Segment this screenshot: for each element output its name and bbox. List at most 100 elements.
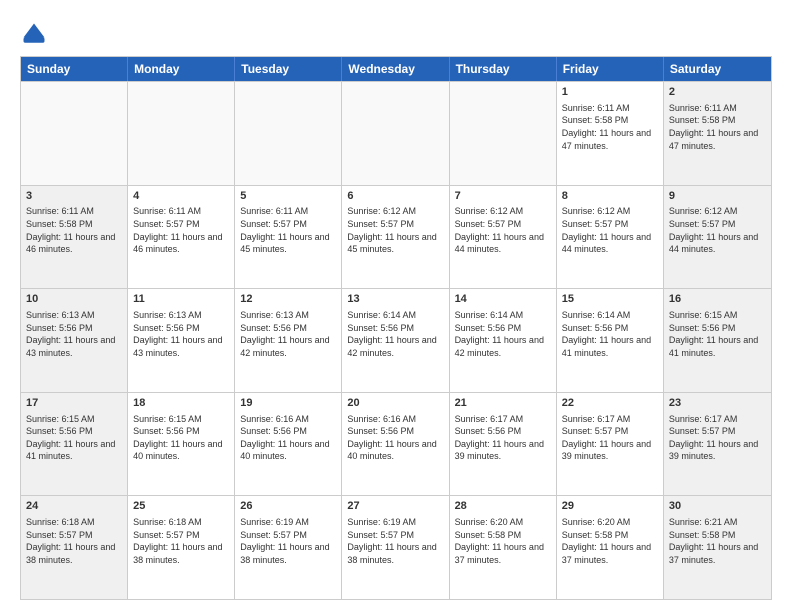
day-info: Sunrise: 6:17 AM Sunset: 5:56 PM Dayligh… <box>455 413 551 463</box>
header-day-thursday: Thursday <box>450 57 557 81</box>
day-cell-25: 25 Sunrise: 6:18 AM Sunset: 5:57 PM Dayli… <box>128 496 235 599</box>
calendar-row-3: 17 Sunrise: 6:15 AM Sunset: 5:56 PM Dayli… <box>21 392 771 496</box>
empty-cell-0-0 <box>21 82 128 185</box>
day-info: Sunrise: 6:11 AM Sunset: 5:58 PM Dayligh… <box>669 102 766 152</box>
empty-cell-0-2 <box>235 82 342 185</box>
day-cell-9: 9Sunrise: 6:12 AM Sunset: 5:57 PM Daylig… <box>664 186 771 289</box>
day-cell-13: 13 Sunrise: 6:14 AM Sunset: 5:56 PM Dayli… <box>342 289 449 392</box>
day-number: 19 <box>240 396 336 411</box>
header <box>20 16 772 48</box>
day-info: Sunrise: 6:20 AM Sunset: 5:58 PM Dayligh… <box>455 516 551 566</box>
day-cell-4: 4Sunrise: 6:11 AM Sunset: 5:57 PM Daylig… <box>128 186 235 289</box>
day-info: Sunrise: 6:13 AM Sunset: 5:56 PM Dayligh… <box>240 309 336 359</box>
day-number: 10 <box>26 292 122 307</box>
day-number: 21 <box>455 396 551 411</box>
header-day-sunday: Sunday <box>21 57 128 81</box>
calendar-row-1: 3Sunrise: 6:11 AM Sunset: 5:58 PM Daylig… <box>21 185 771 289</box>
day-number: 30 <box>669 499 766 514</box>
day-info: Sunrise: 6:18 AM Sunset: 5:57 PM Dayligh… <box>133 516 229 566</box>
day-cell-23: 23 Sunrise: 6:17 AM Sunset: 5:57 PM Dayli… <box>664 393 771 496</box>
day-cell-22: 22 Sunrise: 6:17 AM Sunset: 5:57 PM Dayli… <box>557 393 664 496</box>
day-cell-17: 17 Sunrise: 6:15 AM Sunset: 5:56 PM Dayli… <box>21 393 128 496</box>
day-cell-30: 30 Sunrise: 6:21 AM Sunset: 5:58 PM Dayli… <box>664 496 771 599</box>
day-number: 13 <box>347 292 443 307</box>
day-info: Sunrise: 6:20 AM Sunset: 5:58 PM Dayligh… <box>562 516 658 566</box>
calendar-header: SundayMondayTuesdayWednesdayThursdayFrid… <box>21 57 771 81</box>
day-cell-29: 29 Sunrise: 6:20 AM Sunset: 5:58 PM Dayli… <box>557 496 664 599</box>
day-info: Sunrise: 6:11 AM Sunset: 5:57 PM Dayligh… <box>133 205 229 255</box>
day-cell-14: 14 Sunrise: 6:14 AM Sunset: 5:56 PM Dayli… <box>450 289 557 392</box>
day-number: 5 <box>240 189 336 204</box>
day-info: Sunrise: 6:14 AM Sunset: 5:56 PM Dayligh… <box>455 309 551 359</box>
day-info: Sunrise: 6:14 AM Sunset: 5:56 PM Dayligh… <box>562 309 658 359</box>
day-cell-28: 28 Sunrise: 6:20 AM Sunset: 5:58 PM Dayli… <box>450 496 557 599</box>
day-number: 20 <box>347 396 443 411</box>
day-info: Sunrise: 6:17 AM Sunset: 5:57 PM Dayligh… <box>562 413 658 463</box>
header-day-tuesday: Tuesday <box>235 57 342 81</box>
day-number: 3 <box>26 189 122 204</box>
day-number: 24 <box>26 499 122 514</box>
header-day-monday: Monday <box>128 57 235 81</box>
day-info: Sunrise: 6:21 AM Sunset: 5:58 PM Dayligh… <box>669 516 766 566</box>
day-number: 25 <box>133 499 229 514</box>
day-cell-20: 20 Sunrise: 6:16 AM Sunset: 5:56 PM Dayli… <box>342 393 449 496</box>
day-number: 28 <box>455 499 551 514</box>
day-info: Sunrise: 6:15 AM Sunset: 5:56 PM Dayligh… <box>133 413 229 463</box>
day-cell-3: 3Sunrise: 6:11 AM Sunset: 5:58 PM Daylig… <box>21 186 128 289</box>
calendar-row-2: 10 Sunrise: 6:13 AM Sunset: 5:56 PM Dayli… <box>21 288 771 392</box>
day-number: 23 <box>669 396 766 411</box>
day-number: 4 <box>133 189 229 204</box>
day-number: 29 <box>562 499 658 514</box>
day-cell-18: 18Sunrise: 6:15 AM Sunset: 5:56 PM Dayli… <box>128 393 235 496</box>
calendar-row-4: 24 Sunrise: 6:18 AM Sunset: 5:57 PM Dayli… <box>21 495 771 599</box>
day-cell-19: 19 Sunrise: 6:16 AM Sunset: 5:56 PM Dayli… <box>235 393 342 496</box>
day-number: 11 <box>133 292 229 307</box>
day-cell-16: 16 Sunrise: 6:15 AM Sunset: 5:56 PM Dayli… <box>664 289 771 392</box>
header-day-wednesday: Wednesday <box>342 57 449 81</box>
calendar-row-0: 1 Sunrise: 6:11 AM Sunset: 5:58 PM Daylig… <box>21 81 771 185</box>
day-number: 8 <box>562 189 658 204</box>
empty-cell-0-1 <box>128 82 235 185</box>
day-cell-26: 26Sunrise: 6:19 AM Sunset: 5:57 PM Dayli… <box>235 496 342 599</box>
day-info: Sunrise: 6:13 AM Sunset: 5:56 PM Dayligh… <box>133 309 229 359</box>
day-number: 17 <box>26 396 122 411</box>
day-info: Sunrise: 6:12 AM Sunset: 5:57 PM Dayligh… <box>562 205 658 255</box>
calendar: SundayMondayTuesdayWednesdayThursdayFrid… <box>20 56 772 600</box>
day-info: Sunrise: 6:16 AM Sunset: 5:56 PM Dayligh… <box>347 413 443 463</box>
day-info: Sunrise: 6:15 AM Sunset: 5:56 PM Dayligh… <box>26 413 122 463</box>
day-cell-5: 5Sunrise: 6:11 AM Sunset: 5:57 PM Daylig… <box>235 186 342 289</box>
empty-cell-0-4 <box>450 82 557 185</box>
day-number: 6 <box>347 189 443 204</box>
day-number: 7 <box>455 189 551 204</box>
day-info: Sunrise: 6:19 AM Sunset: 5:57 PM Dayligh… <box>347 516 443 566</box>
day-info: Sunrise: 6:15 AM Sunset: 5:56 PM Dayligh… <box>669 309 766 359</box>
day-cell-7: 7Sunrise: 6:12 AM Sunset: 5:57 PM Daylig… <box>450 186 557 289</box>
day-info: Sunrise: 6:11 AM Sunset: 5:58 PM Dayligh… <box>26 205 122 255</box>
day-cell-10: 10Sunrise: 6:13 AM Sunset: 5:56 PM Dayli… <box>21 289 128 392</box>
day-number: 22 <box>562 396 658 411</box>
day-number: 16 <box>669 292 766 307</box>
day-info: Sunrise: 6:16 AM Sunset: 5:56 PM Dayligh… <box>240 413 336 463</box>
day-cell-8: 8Sunrise: 6:12 AM Sunset: 5:57 PM Daylig… <box>557 186 664 289</box>
day-info: Sunrise: 6:14 AM Sunset: 5:56 PM Dayligh… <box>347 309 443 359</box>
day-cell-11: 11 Sunrise: 6:13 AM Sunset: 5:56 PM Dayli… <box>128 289 235 392</box>
day-cell-1: 1 Sunrise: 6:11 AM Sunset: 5:58 PM Daylig… <box>557 82 664 185</box>
calendar-body: 1 Sunrise: 6:11 AM Sunset: 5:58 PM Daylig… <box>21 81 771 599</box>
day-cell-2: 2Sunrise: 6:11 AM Sunset: 5:58 PM Daylig… <box>664 82 771 185</box>
day-cell-24: 24 Sunrise: 6:18 AM Sunset: 5:57 PM Dayli… <box>21 496 128 599</box>
day-info: Sunrise: 6:11 AM Sunset: 5:57 PM Dayligh… <box>240 205 336 255</box>
day-cell-12: 12 Sunrise: 6:13 AM Sunset: 5:56 PM Dayli… <box>235 289 342 392</box>
day-number: 12 <box>240 292 336 307</box>
page: SundayMondayTuesdayWednesdayThursdayFrid… <box>0 0 792 612</box>
day-cell-27: 27Sunrise: 6:19 AM Sunset: 5:57 PM Dayli… <box>342 496 449 599</box>
day-cell-6: 6Sunrise: 6:12 AM Sunset: 5:57 PM Daylig… <box>342 186 449 289</box>
day-number: 1 <box>562 85 658 100</box>
day-info: Sunrise: 6:19 AM Sunset: 5:57 PM Dayligh… <box>240 516 336 566</box>
day-info: Sunrise: 6:17 AM Sunset: 5:57 PM Dayligh… <box>669 413 766 463</box>
day-cell-15: 15Sunrise: 6:14 AM Sunset: 5:56 PM Dayli… <box>557 289 664 392</box>
day-info: Sunrise: 6:12 AM Sunset: 5:57 PM Dayligh… <box>347 205 443 255</box>
day-info: Sunrise: 6:11 AM Sunset: 5:58 PM Dayligh… <box>562 102 658 152</box>
header-day-saturday: Saturday <box>664 57 771 81</box>
day-number: 14 <box>455 292 551 307</box>
day-info: Sunrise: 6:18 AM Sunset: 5:57 PM Dayligh… <box>26 516 122 566</box>
